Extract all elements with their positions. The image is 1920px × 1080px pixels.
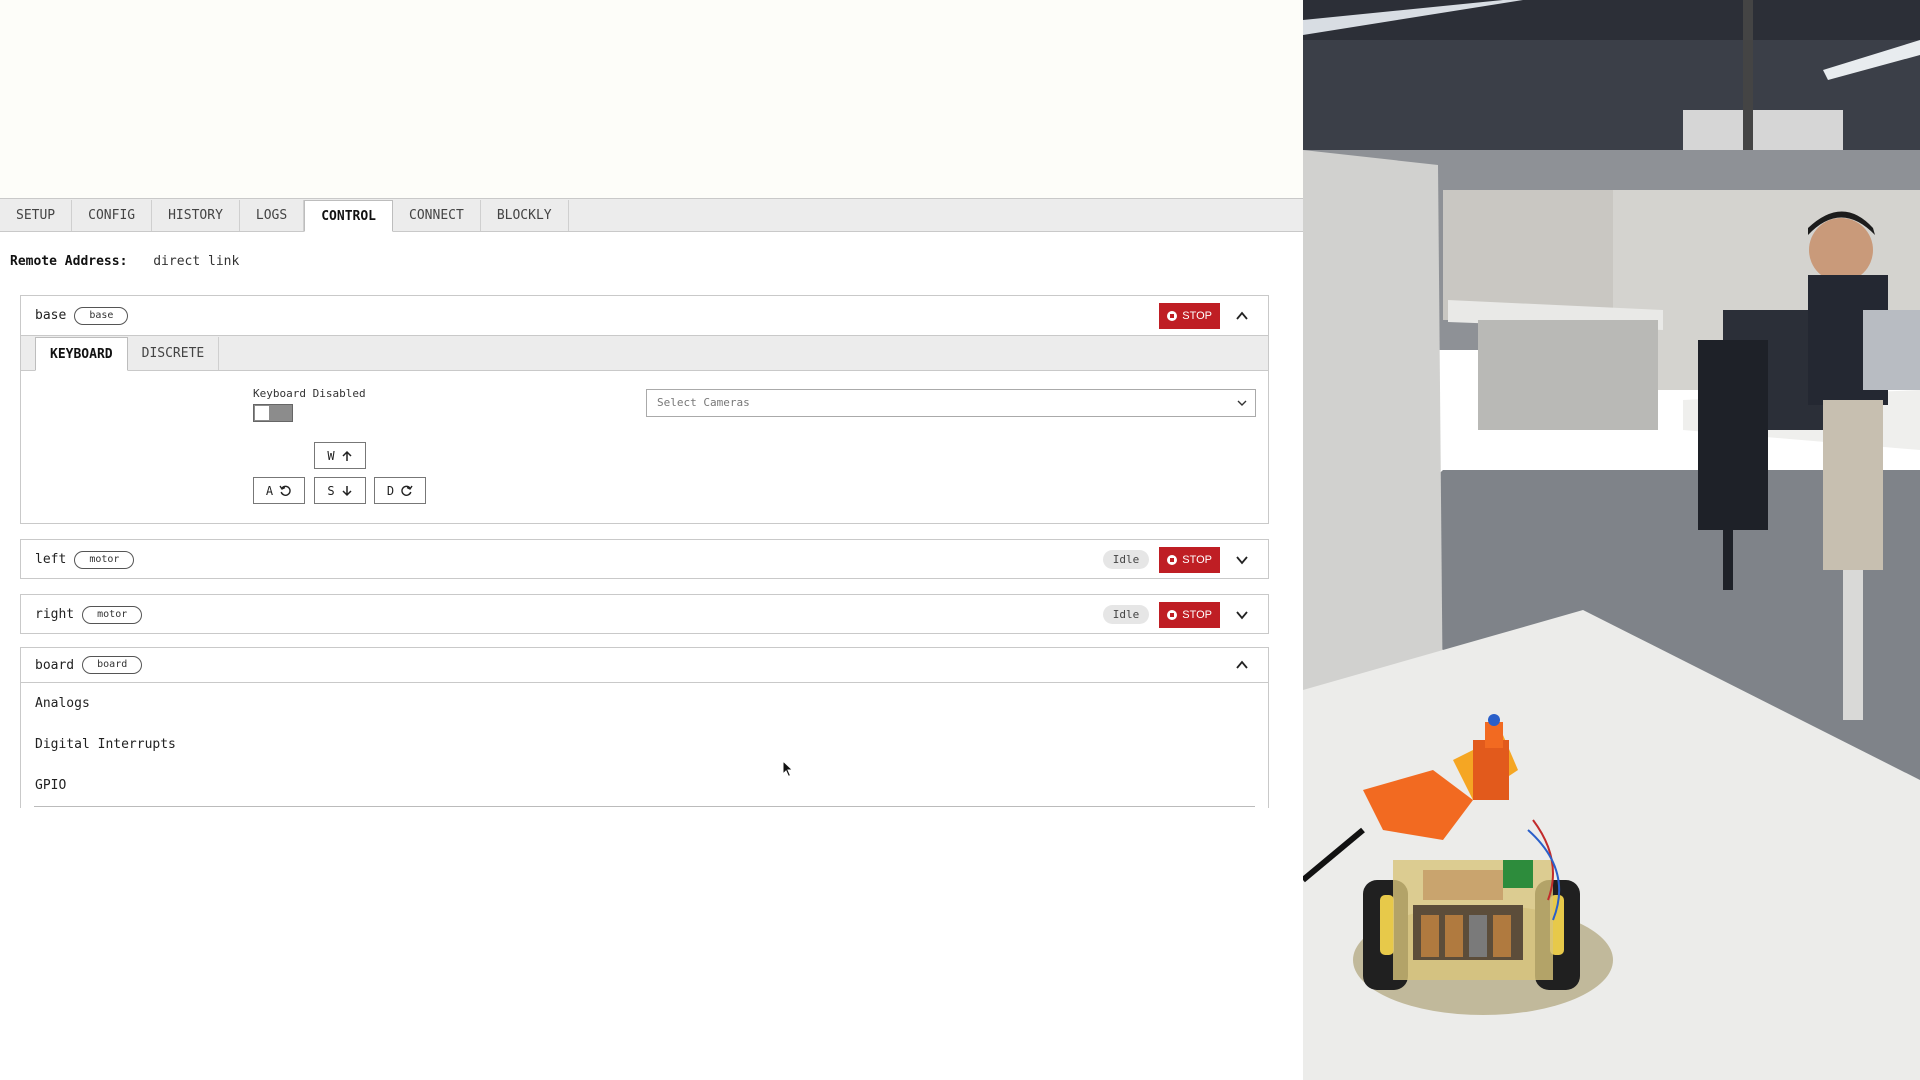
stop-icon — [1167, 609, 1178, 620]
left-card-header[interactable]: left motor Idle STOP — [21, 540, 1268, 579]
left-stop-label: STOP — [1182, 553, 1212, 566]
robot-control-app: SETUP CONFIG HISTORY LOGS CONTROL CONNEC… — [0, 0, 1303, 1080]
camera-select[interactable]: Select Cameras — [646, 389, 1256, 417]
base-stop-label: STOP — [1182, 309, 1212, 322]
key-s-label: S — [327, 483, 335, 498]
collapse-base-button[interactable] — [1230, 304, 1254, 328]
tab-history[interactable]: HISTORY — [152, 200, 240, 231]
base-name: base — [35, 308, 67, 323]
base-card: base base STOP KEYBOARD DISCRETE Keyboar… — [20, 295, 1269, 524]
key-a-label: A — [265, 483, 274, 498]
base-type-badge: base — [74, 306, 129, 325]
chevron-up-icon — [1236, 660, 1248, 669]
board-card: board board Analogs Digital Interrupts G… — [20, 647, 1269, 808]
board-sections: Analogs Digital Interrupts GPIO — [21, 683, 1268, 806]
rotate-left-icon — [279, 485, 291, 496]
collapse-board-button[interactable] — [1230, 653, 1254, 677]
arrow-up-icon — [342, 450, 352, 461]
chevron-down-icon — [1236, 555, 1248, 564]
remote-address-value: direct link — [153, 254, 240, 269]
expand-left-button[interactable] — [1230, 548, 1254, 572]
camera-feed-image — [1303, 0, 1920, 1080]
subtab-keyboard[interactable]: KEYBOARD — [35, 337, 128, 371]
key-w-label: W — [327, 448, 335, 463]
base-subtabs: KEYBOARD DISCRETE — [21, 335, 1268, 371]
right-status-badge: Idle — [1102, 605, 1150, 624]
left-motor-card: left motor Idle STOP — [20, 539, 1269, 579]
toggle-knob — [255, 406, 269, 420]
board-section-gpio[interactable]: GPIO — [35, 765, 1254, 806]
stop-icon — [1167, 554, 1178, 565]
right-card-header[interactable]: right motor Idle STOP — [21, 595, 1268, 634]
tab-connect[interactable]: CONNECT — [393, 200, 481, 231]
board-type-badge: board — [82, 656, 143, 674]
board-card-header[interactable]: board board — [21, 648, 1268, 683]
stop-icon — [1167, 310, 1178, 321]
arrow-down-icon — [342, 485, 352, 496]
right-name: right — [35, 607, 75, 622]
tab-control[interactable]: CONTROL — [304, 200, 394, 232]
board-divider — [34, 806, 1255, 807]
chevron-up-icon — [1236, 311, 1248, 320]
key-w-button[interactable]: W — [314, 442, 366, 469]
left-status-badge: Idle — [1102, 550, 1150, 569]
right-stop-button[interactable]: STOP — [1159, 601, 1220, 628]
board-name: board — [35, 657, 75, 673]
right-stop-label: STOP — [1182, 608, 1212, 621]
keyboard-panel: Keyboard Disabled W A S D Select Cameras — [21, 371, 1268, 521]
expand-right-button[interactable] — [1230, 603, 1254, 627]
board-section-digital-interrupts[interactable]: Digital Interrupts — [35, 724, 1254, 765]
keyboard-disabled-label: Keyboard Disabled — [253, 387, 366, 400]
chevron-down-icon — [1237, 390, 1247, 426]
board-section-analogs[interactable]: Analogs — [35, 683, 1254, 724]
left-name: left — [35, 552, 67, 567]
key-a-button[interactable]: A — [253, 477, 305, 504]
left-stop-button[interactable]: STOP — [1159, 546, 1220, 573]
base-card-header[interactable]: base base STOP — [21, 296, 1268, 335]
key-d-button[interactable]: D — [374, 477, 426, 504]
rotate-right-icon — [401, 485, 413, 496]
base-stop-button[interactable]: STOP — [1159, 302, 1220, 329]
header-blank-area — [0, 0, 1303, 198]
tab-blockly[interactable]: BLOCKLY — [481, 200, 569, 231]
chevron-down-icon — [1236, 610, 1248, 619]
tab-config[interactable]: CONFIG — [72, 200, 153, 231]
right-type-badge: motor — [82, 605, 143, 624]
right-motor-card: right motor Idle STOP — [20, 594, 1269, 634]
remote-address: Remote Address: direct link — [10, 254, 239, 269]
keyboard-toggle[interactable] — [253, 404, 293, 422]
left-type-badge: motor — [74, 550, 135, 569]
remote-address-label: Remote Address: — [10, 254, 128, 269]
camera-select-placeholder: Select Cameras — [657, 396, 750, 409]
tab-setup[interactable]: SETUP — [0, 200, 73, 231]
key-d-label: D — [386, 483, 395, 498]
subtab-discrete[interactable]: DISCRETE — [128, 337, 220, 370]
tab-logs[interactable]: LOGS — [240, 200, 305, 231]
main-tab-bar: SETUP CONFIG HISTORY LOGS CONTROL CONNEC… — [0, 198, 1303, 232]
mouse-cursor-icon — [782, 760, 794, 778]
key-s-button[interactable]: S — [314, 477, 366, 504]
